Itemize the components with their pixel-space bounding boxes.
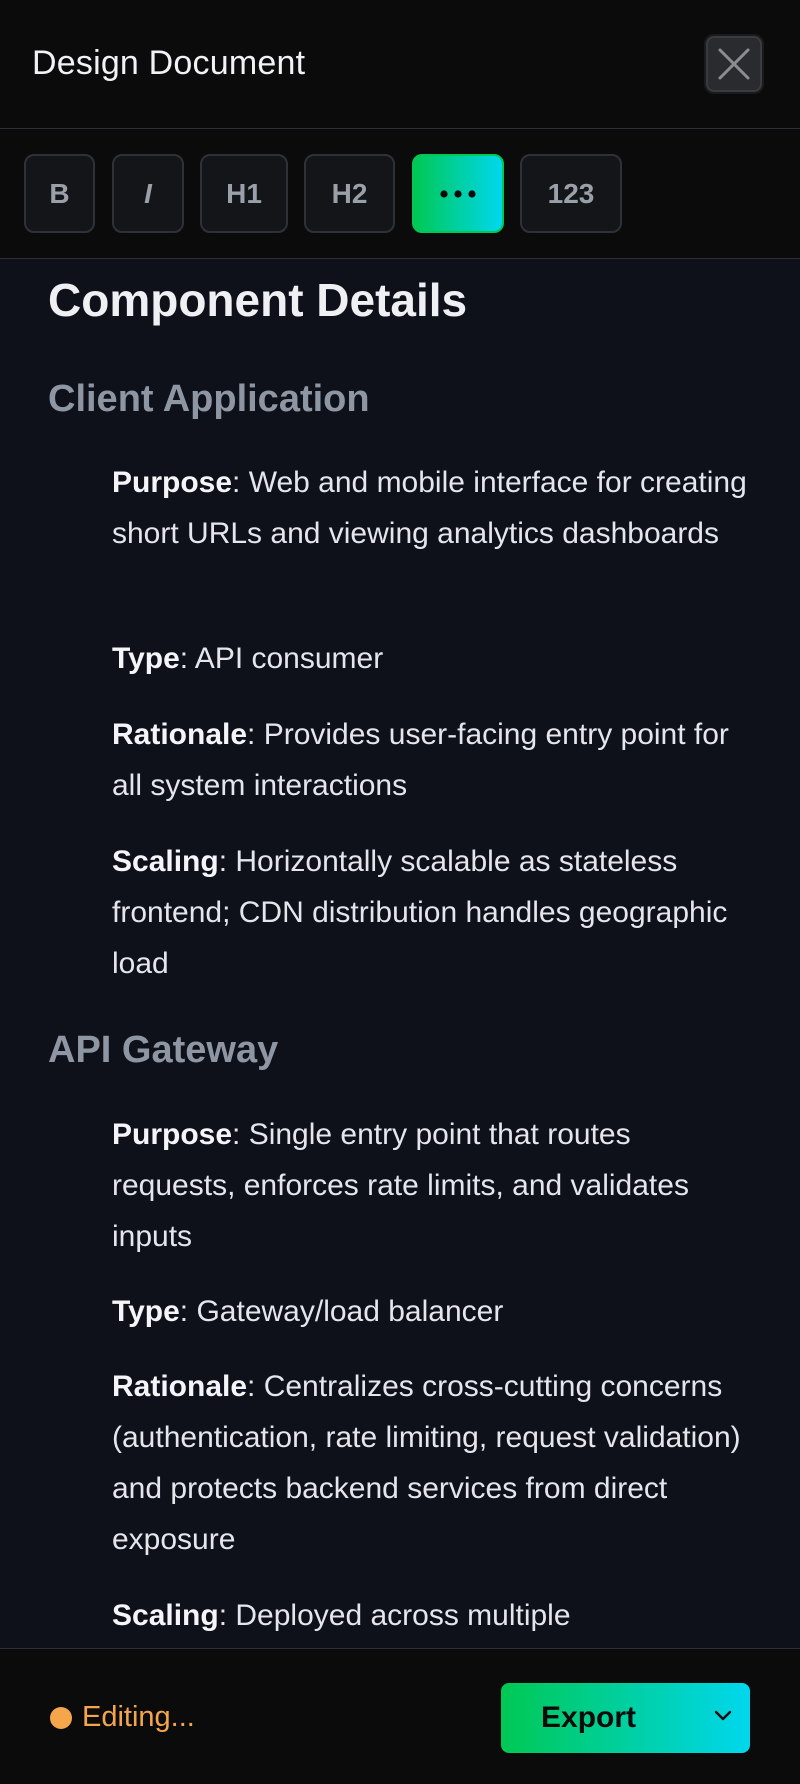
close-button[interactable] [704,34,764,94]
list-item: Purpose: Web and mobile interface for cr… [112,457,762,559]
heading-1-button[interactable]: H1 [200,154,288,233]
editor-footer: Editing... Export [0,1648,800,1784]
item-text: : API consumer [179,642,384,675]
export-button[interactable]: Export [501,1683,750,1753]
item-key: Rationale [112,1370,248,1403]
list-item: Rationale: Provides user-facing entry po… [112,709,762,811]
item-key: Type [112,642,180,675]
list-item: Scaling: Horizontally scalable as statel… [112,836,762,989]
list-item: Scaling: Deployed across multiple [112,1590,762,1641]
bullet-list-button[interactable] [412,154,504,233]
item-key: Rationale [112,718,248,751]
section-heading: Component Details [48,274,468,326]
app-header: Design Document [0,0,800,129]
item-key: Purpose [112,1118,233,1151]
numbered-list-button[interactable]: 123 [520,154,622,233]
list-item: Type: API consumer [112,633,762,684]
item-key: Purpose [112,466,233,499]
export-label: Export [541,1701,637,1734]
subsection-heading: Client Application [48,378,370,420]
status-dot-icon [50,1706,72,1729]
bullet-list-icon [440,189,476,198]
format-toolbar: B I H1 H2 123 [0,129,800,259]
close-icon [718,48,750,80]
list-item: Type: Gateway/load balancer [112,1286,762,1337]
document-editor[interactable]: Component Details Client Application Pur… [0,259,800,1648]
chevron-down-icon [714,1710,732,1721]
subsection-heading: API Gateway [48,1029,279,1071]
document-title: Design Document [32,44,306,82]
item-key: Scaling [112,1599,219,1632]
item-text: : Deployed across multiple [218,1599,571,1632]
bold-button[interactable]: B [24,154,95,233]
list-item: Rationale: Centralizes cross-cutting con… [112,1361,762,1565]
heading-2-button[interactable]: H2 [304,154,395,233]
list-item: Purpose: Single entry point that routes … [112,1109,762,1262]
item-key: Scaling [112,845,219,878]
status-text: Editing... [82,1701,195,1733]
italic-button[interactable]: I [112,154,184,233]
status-indicator: Editing... [50,1701,195,1734]
item-text: : Gateway/load balancer [179,1295,504,1328]
item-key: Type [112,1295,180,1328]
